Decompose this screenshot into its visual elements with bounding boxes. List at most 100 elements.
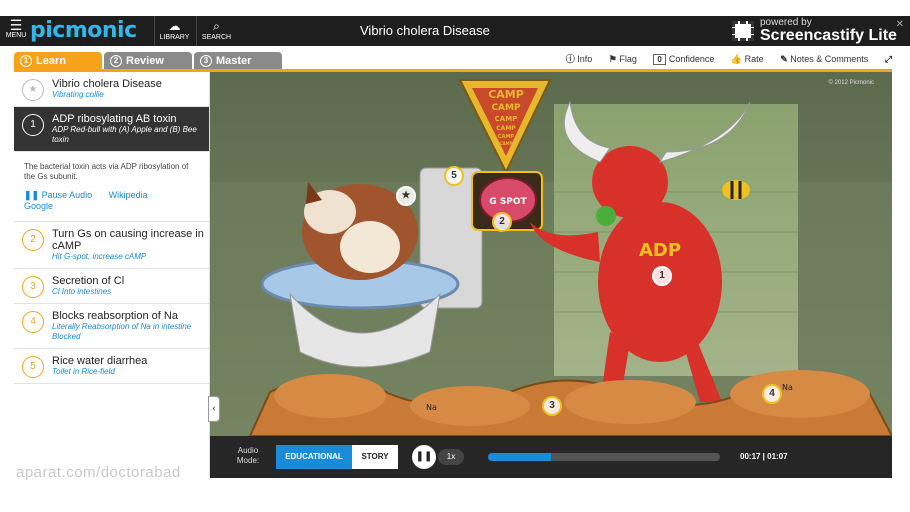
hotspot-4[interactable]: 4 [762,384,782,404]
learn-sidebar: ★ Vibrio cholera Disease Vibrating colli… [14,72,210,477]
google-link[interactable]: Google [24,201,53,211]
pause-button[interactable]: ❚❚ [412,445,436,469]
item-title: Blocks reabsorption of Na [52,310,178,322]
item-number: 2 [22,229,44,251]
adp-text: ADP [639,240,681,261]
search-icon: ⌕ [213,19,220,33]
progress-bar[interactable] [488,453,720,461]
menu-label: MENU [5,32,27,39]
scene-illustration: CAMP CAMP CAMP CAMP CAMP CAMP G SPOT ADP… [210,72,892,436]
info-label: Info [577,54,593,64]
tab-number: 2 [110,55,122,67]
fullscreen-button[interactable]: ⤢ [885,54,892,64]
item-links: ❚❚ Pause Audio Wikipedia Google [14,186,209,222]
na-label: Na [426,403,437,412]
item-title: Vibrio cholera Disease [52,78,162,90]
list-item[interactable]: ★ Vibrio cholera Disease Vibrating colli… [14,72,209,107]
flag-label: Flag [619,54,637,64]
notes-label: Notes & Comments [790,54,869,64]
tab-label: Learn [36,55,66,67]
educational-mode-button[interactable]: EDUCATIONAL [276,445,352,469]
list-item[interactable]: 4 Blocks reabsorption of Na Literally Re… [14,304,209,349]
menu-button[interactable]: ☰ MENU [4,18,28,44]
flag-icon: ⚑ [608,54,617,64]
item-subtitle: Toilet in Rice-field [52,367,115,376]
banner-text: CAMP [488,88,524,101]
tab-master[interactable]: 3 Master [194,52,282,70]
tab-label: Review [126,55,164,67]
wikipedia-link[interactable]: Wikipedia [109,190,148,200]
top-bar: ☰ MENU picmonic ☁ LIBRARY ⌕ SEARCH Vibri… [0,16,910,46]
info-button[interactable]: ⓘ Info [566,54,593,64]
confidence-label: Confidence [668,54,715,64]
rate-button[interactable]: 👍 Rate [731,54,764,64]
banner-text: CAMP [491,103,521,113]
na-label: Na [782,383,793,392]
item-number: 5 [22,356,44,378]
story-mode-button[interactable]: STORY [352,445,398,469]
screencastify-badge: powered by Screencastify Lite ✕ [730,17,910,45]
thumbs-up-icon: 👍 [730,54,743,64]
banner-text: CAMP [495,115,518,123]
toolbar: ⓘ Info ⚑ Flag 0 Confidence 👍 Rate ✎ Notes… [552,52,892,65]
search-label: SEARCH [201,34,232,41]
tab-number: 3 [200,55,212,67]
item-subtitle: Cl Into intestines [52,287,112,296]
banner-text: CAMP [498,134,515,140]
item-subtitle: Literally Reabsorption of Na in intestin… [52,322,192,341]
page-title: Vibrio cholera Disease [360,23,490,38]
speed-button[interactable]: 1x [438,449,464,465]
film-icon [732,21,754,41]
pause-audio-label: Pause Audio [41,190,93,200]
audio-controls: Audio Mode: EDUCATIONAL STORY ❚❚ 1x 00:1… [210,436,892,478]
confidence-button[interactable]: 0 Confidence [653,54,715,65]
search-button[interactable]: ⌕ SEARCH [196,16,236,46]
tab-review[interactable]: 2 Review [104,52,192,70]
list-item[interactable]: 2 Turn Gs on causing increase in cAMP Hi… [14,222,209,269]
item-number: 3 [22,276,44,298]
watermark: aparat.com/doctorabad [16,464,181,481]
pause-icon: ❚❚ [24,190,40,200]
picmonic-logo[interactable]: picmonic [30,18,137,43]
time-readout: 00:17 | 01:07 [740,452,788,461]
gspot-text: G SPOT [489,197,527,207]
tab-row: 1 Learn 2 Review 3 Master ⓘ Info ⚑ Flag … [14,50,892,70]
tab-label: Master [216,55,252,67]
confidence-value: 0 [653,54,666,65]
info-icon: ⓘ [565,54,575,64]
app-frame: ☰ MENU picmonic ☁ LIBRARY ⌕ SEARCH Vibri… [0,0,910,512]
copyright-text: © 2012 Picmonic [828,80,874,86]
collapse-sidebar-button[interactable]: ‹ [208,396,220,422]
library-button[interactable]: ☁ LIBRARY [154,16,194,46]
item-title: ADP ribosylating AB toxin [52,113,177,125]
item-description: The bacterial toxin acts via ADP ribosyl… [24,162,189,181]
chevron-left-icon: ‹ [212,403,216,414]
pause-icon: ❚❚ [415,451,433,462]
picmonic-scene[interactable]: CAMP CAMP CAMP CAMP CAMP CAMP G SPOT ADP… [210,72,892,436]
list-item-active[interactable]: 1 ADP ribosylating AB toxin ADP Red-bull… [14,107,209,152]
hotspot-star[interactable]: ★ [396,186,416,206]
tab-learn[interactable]: 1 Learn [14,52,102,70]
banner-text: CAMP [496,125,516,132]
tab-number: 1 [20,55,32,67]
item-title: Rice water diarrhea [52,355,148,367]
notes-button[interactable]: ✎ Notes & Comments [780,54,868,64]
close-icon[interactable]: ✕ [896,19,904,30]
rate-label: Rate [744,54,764,64]
banner-text: CAMP [500,141,513,146]
hotspot-5[interactable]: 5 [444,166,464,186]
list-item[interactable]: 5 Rice water diarrhea Toilet in Rice-fie… [14,349,209,384]
audio-mode-label: Audio Mode: [236,446,260,465]
list-item[interactable]: 3 Secretion of Cl Cl Into intestines [14,269,209,304]
flag-button[interactable]: ⚑ Flag [609,54,637,64]
hotspot-2[interactable]: 2 [492,212,512,232]
hotspot-1[interactable]: 1 [652,266,672,286]
pencil-icon: ✎ [780,54,788,64]
item-title: Secretion of Cl [52,275,125,287]
hamburger-icon: ☰ [9,17,23,33]
item-number: 4 [22,311,44,333]
item-number: 1 [22,114,44,136]
item-subtitle: Hit G-spot, increase cAMP [52,252,147,261]
pause-audio-link[interactable]: ❚❚ Pause Audio [24,190,92,200]
hotspot-3[interactable]: 3 [542,396,562,416]
